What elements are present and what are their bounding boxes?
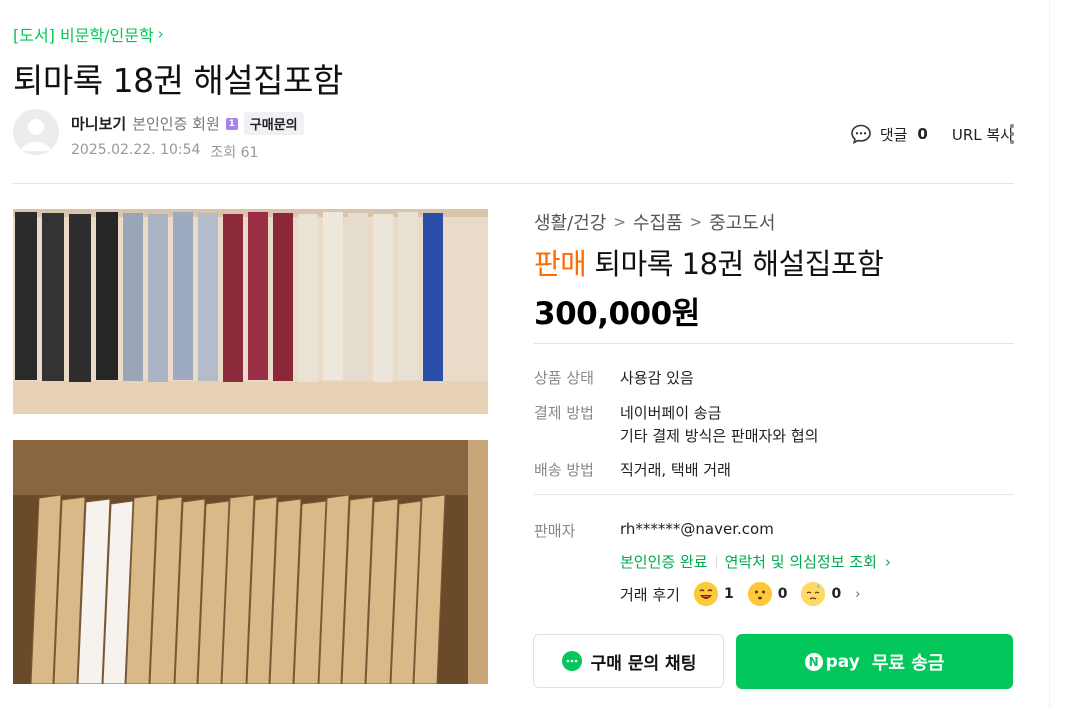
post-meta: 2025.02.22. 10:54 조회 61 bbox=[71, 142, 258, 162]
naver-n-icon: N bbox=[804, 652, 823, 671]
sale-status-badge: 판매 bbox=[534, 247, 587, 281]
sweat-face-icon bbox=[801, 582, 826, 606]
naver-pay-transfer-button[interactable]: N pay 무료 송금 bbox=[736, 634, 1013, 689]
url-copy-button[interactable]: URL 복사 bbox=[952, 124, 1014, 145]
comment-label[interactable]: 댓글 bbox=[880, 124, 908, 145]
product-title-text: 퇴마록 18권 해설집포함 bbox=[594, 247, 884, 281]
more-options-icon[interactable] bbox=[1010, 124, 1014, 144]
book-spine bbox=[323, 212, 343, 380]
review-count-neutral: 0 bbox=[777, 586, 788, 602]
chevron-right-icon: › bbox=[884, 552, 891, 571]
grade-badge-icon: 1 bbox=[225, 117, 238, 130]
chat-bubble-icon bbox=[561, 651, 582, 671]
book-spine bbox=[96, 212, 118, 380]
book-spine bbox=[298, 214, 318, 382]
pay-button-label: 무료 송금 bbox=[871, 652, 945, 674]
chevron-right-icon: > bbox=[613, 213, 626, 231]
payment-note: 기타 결제 방식은 판매자와 협의 bbox=[620, 427, 819, 445]
header-actions: 댓글 0 URL 복사 bbox=[850, 123, 1014, 145]
post-date: 2025.02.22. 10:54 bbox=[71, 142, 201, 158]
book-spine bbox=[42, 213, 64, 381]
comment-count[interactable]: 0 bbox=[917, 125, 927, 143]
neutral-face-icon bbox=[747, 582, 772, 606]
member-level: 본인인증 회원 bbox=[132, 115, 220, 133]
default-profile-icon bbox=[13, 109, 59, 155]
breadcrumb[interactable]: [도서] 비문학/인문학 › bbox=[13, 22, 164, 46]
review-label: 거래 후기 bbox=[620, 585, 680, 604]
category-path: 생활/건강 > 수집품 > 중고도서 bbox=[534, 209, 775, 235]
link-divider bbox=[715, 554, 717, 569]
product-price: 300,000원 bbox=[534, 296, 700, 332]
book-spine bbox=[15, 212, 37, 380]
npay-logo: N pay bbox=[804, 651, 860, 672]
payment-label: 결제 방법 bbox=[534, 404, 594, 422]
comment-icon[interactable] bbox=[850, 123, 872, 145]
category-2[interactable]: 수집품 bbox=[633, 209, 683, 235]
avatar[interactable] bbox=[13, 109, 59, 155]
contact-check-link[interactable]: 연락처 및 의심정보 조회 bbox=[725, 551, 877, 572]
book-spine bbox=[423, 213, 443, 381]
seller-links: 본인인증 완료 연락처 및 의심정보 조회 › bbox=[620, 551, 891, 572]
delivery-value: 직거래, 택배 거래 bbox=[620, 461, 731, 479]
seller-id: rh******@naver.com bbox=[620, 520, 774, 538]
author-info: 마니보기 본인인증 회원 1 구매문의 bbox=[71, 112, 304, 135]
category-3[interactable]: 중고도서 bbox=[709, 209, 775, 235]
right-divider bbox=[1049, 0, 1050, 708]
product-title: 판매 퇴마록 18권 해설집포함 bbox=[534, 241, 884, 283]
book-spine bbox=[348, 213, 368, 381]
laughing-face-icon bbox=[693, 582, 718, 606]
condition-value: 사용감 있음 bbox=[620, 369, 694, 387]
chat-button-label: 구매 문의 채팅 bbox=[590, 653, 697, 674]
purchase-chat-button[interactable]: 구매 문의 채팅 bbox=[533, 634, 724, 688]
product-photo-2[interactable] bbox=[13, 440, 488, 684]
view-count: 조회 61 bbox=[210, 145, 259, 161]
verified-link[interactable]: 본인인증 완료 bbox=[620, 551, 708, 572]
header-divider bbox=[13, 183, 1014, 184]
details-divider bbox=[534, 494, 1014, 495]
review-count-bad: 0 bbox=[831, 586, 842, 602]
seller-label: 판매자 bbox=[534, 522, 576, 540]
condition-label: 상품 상태 bbox=[534, 369, 594, 387]
book-spine bbox=[398, 212, 418, 380]
inquiry-tag: 구매문의 bbox=[243, 112, 304, 135]
book-spine bbox=[148, 214, 168, 382]
trade-reviews[interactable]: 거래 후기 1 0 0 › bbox=[620, 582, 860, 606]
category-1[interactable]: 생활/건강 bbox=[534, 209, 606, 235]
delivery-label: 배송 방법 bbox=[534, 461, 594, 479]
book-spine bbox=[69, 214, 91, 382]
chevron-right-icon: › bbox=[157, 25, 164, 43]
chevron-right-icon: › bbox=[855, 586, 861, 602]
book-spine bbox=[198, 213, 218, 381]
book-spine bbox=[123, 213, 143, 381]
review-count-good: 1 bbox=[723, 586, 734, 602]
book-spine bbox=[173, 212, 193, 380]
payment-value: 네이버페이 송금 bbox=[620, 404, 722, 422]
page-title: 퇴마록 18권 해설집포함 bbox=[13, 61, 343, 100]
book-spine bbox=[248, 212, 268, 380]
pay-logo-text: pay bbox=[825, 651, 860, 672]
book-spine bbox=[373, 214, 393, 382]
breadcrumb-label[interactable]: [도서] 비문학/인문학 bbox=[13, 22, 154, 46]
product-photo-1[interactable] bbox=[13, 209, 488, 414]
book-spine bbox=[223, 214, 243, 382]
price-divider bbox=[534, 343, 1014, 344]
book-spine bbox=[273, 213, 293, 381]
author-nickname[interactable]: 마니보기 bbox=[71, 113, 126, 134]
chevron-right-icon: > bbox=[689, 213, 703, 231]
